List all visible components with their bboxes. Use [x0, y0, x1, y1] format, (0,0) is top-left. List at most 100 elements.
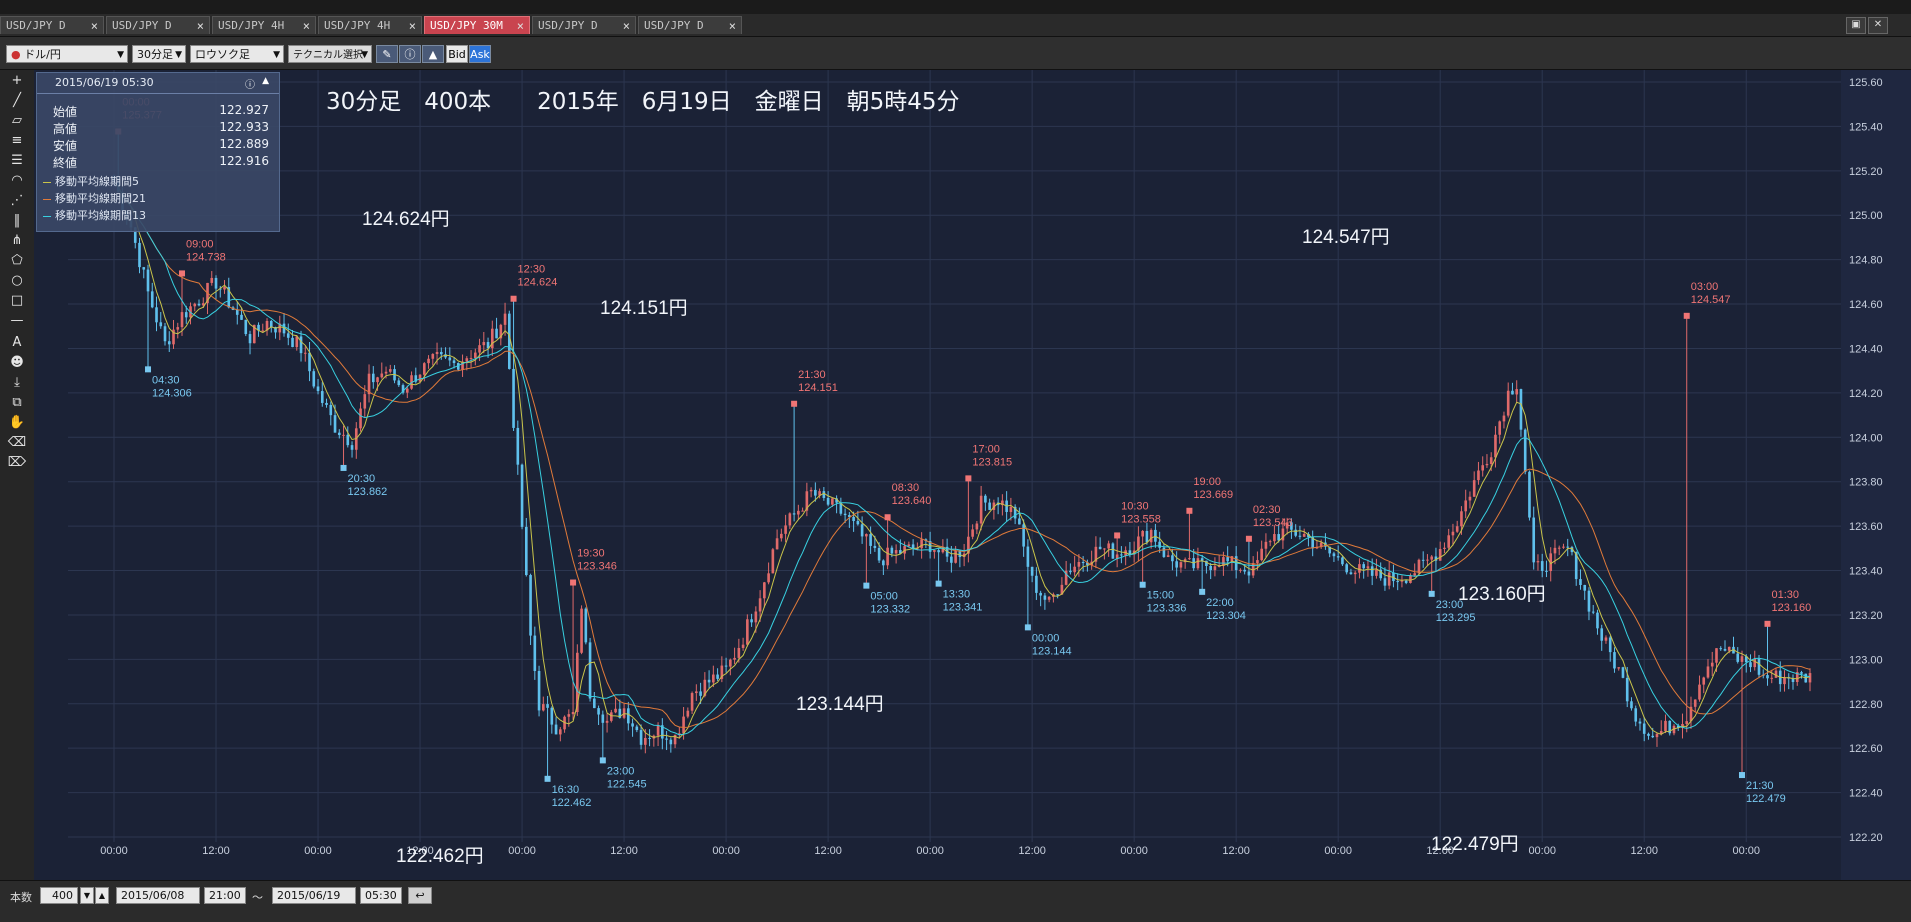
candle-body — [1489, 457, 1493, 464]
candle-body — [1362, 564, 1365, 569]
high-marker — [791, 400, 798, 407]
pencil-icon[interactable]: ✎ — [376, 45, 398, 63]
close-icon[interactable]: × — [197, 17, 204, 35]
candle-body — [1757, 658, 1761, 675]
copy-icon[interactable]: ⧉ — [6, 392, 28, 414]
candle-body — [979, 495, 983, 524]
low-marker — [863, 582, 870, 589]
hand-icon[interactable]: ✋ — [6, 412, 28, 434]
to-time-field[interactable]: 05:30 — [360, 887, 402, 904]
timeframe-select[interactable]: 30分足 ▼ — [132, 45, 186, 63]
ohlc-info-panel: 2015/06/19 05:30 ⓘ ▲ 始値 122.927 高値 122.9… — [36, 72, 280, 232]
collapse-icon[interactable]: ▲ — [262, 76, 269, 86]
chevron-down-icon: ▼ — [175, 50, 182, 60]
chevron-down-icon[interactable]: ▼ — [80, 887, 94, 904]
close-icon[interactable]: × — [729, 17, 736, 35]
price-callout: 122.479円 — [1431, 834, 1519, 855]
technical-select[interactable]: テクニカル選択 ▼ — [288, 45, 372, 63]
close-icon[interactable]: × — [623, 17, 630, 35]
circle-icon[interactable]: ○ — [6, 270, 28, 292]
low-value: 122.889 — [219, 137, 269, 151]
candle-body — [1583, 585, 1587, 591]
marker-price-label: 122.479 — [1746, 793, 1786, 805]
marker-time-label: 19:30 — [577, 548, 605, 560]
candle-body — [405, 388, 409, 393]
candle-body — [741, 644, 745, 648]
close-icon[interactable]: × — [91, 17, 98, 35]
candle-body — [1770, 677, 1774, 679]
candle-body — [635, 726, 639, 731]
vertical-lines-icon[interactable]: ‖ — [6, 210, 28, 232]
text-icon[interactable]: A — [6, 332, 28, 354]
price-chart[interactable]: 125.60 125.40 125.20 125.00 124.80 124.60 124.… — [34, 70, 1911, 880]
ruler-icon[interactable]: ▱ — [6, 110, 28, 132]
trendline-icon[interactable]: ╱ — [6, 90, 28, 112]
tab-usdjpy-d-3[interactable]: USD/JPY D × — [532, 16, 636, 34]
pentagon-icon[interactable]: ⬠ — [6, 250, 28, 272]
marker-price-label: 123.160 — [1771, 602, 1811, 614]
tab-usdjpy-d-2[interactable]: USD/JPY D × — [106, 16, 210, 34]
close-icon[interactable]: × — [409, 17, 416, 35]
candle-body — [750, 619, 753, 623]
maximize-icon[interactable]: ▣ — [1846, 17, 1866, 34]
candle-body — [1353, 572, 1357, 575]
arc-icon[interactable]: ◠ — [6, 170, 28, 192]
from-time-field[interactable]: 21:00 — [204, 887, 246, 904]
candle-body — [605, 720, 609, 723]
candle-body — [1358, 564, 1361, 573]
eraser-all-icon[interactable]: ⌦ — [6, 452, 28, 474]
y-tick-label: 124.20 — [1849, 388, 1883, 400]
candle-body — [1103, 548, 1106, 550]
pitchfork-icon[interactable]: ⋔ — [6, 230, 28, 252]
chevron-up-icon[interactable]: ▲ — [95, 887, 109, 904]
currency-select[interactable]: ● ドル/円 ▼ — [6, 45, 128, 63]
high-marker — [1245, 535, 1252, 542]
undo-icon[interactable]: ↩ — [408, 887, 432, 904]
info-icon[interactable]: ⓘ — [399, 45, 421, 63]
marker-time-label: 00:00 — [1032, 632, 1060, 644]
rectangle-icon[interactable]: □ — [6, 290, 28, 312]
tab-usdjpy-4h-1[interactable]: USD/JPY 4H × — [212, 16, 316, 34]
tab-usdjpy-d-4[interactable]: USD/JPY D × — [638, 16, 742, 34]
info-icon[interactable]: ⓘ — [245, 76, 255, 91]
close-window-icon[interactable]: ✕ — [1868, 17, 1888, 34]
fan-icon[interactable]: ⋰ — [6, 190, 28, 212]
tab-usdjpy-4h-2[interactable]: USD/JPY 4H × — [318, 16, 422, 34]
from-date-field[interactable]: 2015/06/08 — [116, 887, 200, 904]
candle-body — [1651, 735, 1655, 738]
candle-body — [1081, 562, 1085, 564]
candle-body — [1613, 652, 1616, 669]
candle-body — [856, 521, 860, 525]
tab-usdjpy-d-1[interactable]: USD/JPY D × — [0, 16, 104, 34]
candle-body — [1455, 526, 1459, 532]
eraser-icon[interactable]: ⌫ — [6, 432, 28, 454]
to-date-field[interactable]: 2015/06/19 — [272, 887, 356, 904]
save-drawing-icon[interactable]: ⤓ — [6, 372, 28, 394]
candle-body — [1209, 565, 1212, 571]
x-tick-label: 12:00 — [202, 845, 230, 857]
crosshair-icon[interactable]: + — [6, 70, 28, 92]
candle-body — [746, 619, 749, 645]
fibonacci-icon[interactable]: ☰ — [6, 150, 28, 172]
horizontal-lines-icon[interactable]: ≡ — [6, 130, 28, 152]
candle-body — [1256, 560, 1259, 564]
candle-body — [1349, 572, 1353, 575]
horizontal-line-icon[interactable]: — — [6, 310, 28, 332]
area-chart-icon[interactable]: ▲ — [422, 45, 444, 63]
y-tick-label: 124.60 — [1849, 299, 1883, 311]
ask-button[interactable]: Ask — [469, 45, 491, 63]
close-icon[interactable]: × — [303, 17, 310, 35]
close-icon[interactable]: × — [517, 17, 524, 35]
candle-body — [1727, 646, 1731, 651]
bid-button[interactable]: Bid — [446, 45, 468, 63]
candle-body — [763, 582, 766, 599]
low-marker — [340, 464, 347, 471]
candle-body — [1579, 579, 1582, 586]
candle-body — [614, 708, 617, 713]
y-tick-label: 123.00 — [1849, 654, 1883, 666]
chart-type-select[interactable]: ロウソク足 ▼ — [190, 45, 284, 63]
stamp-icon[interactable]: ☻ — [6, 352, 28, 374]
tab-usdjpy-30m[interactable]: USD/JPY 30M × — [424, 16, 530, 34]
count-field[interactable]: 400 — [40, 887, 78, 904]
candle-body — [1158, 541, 1161, 548]
